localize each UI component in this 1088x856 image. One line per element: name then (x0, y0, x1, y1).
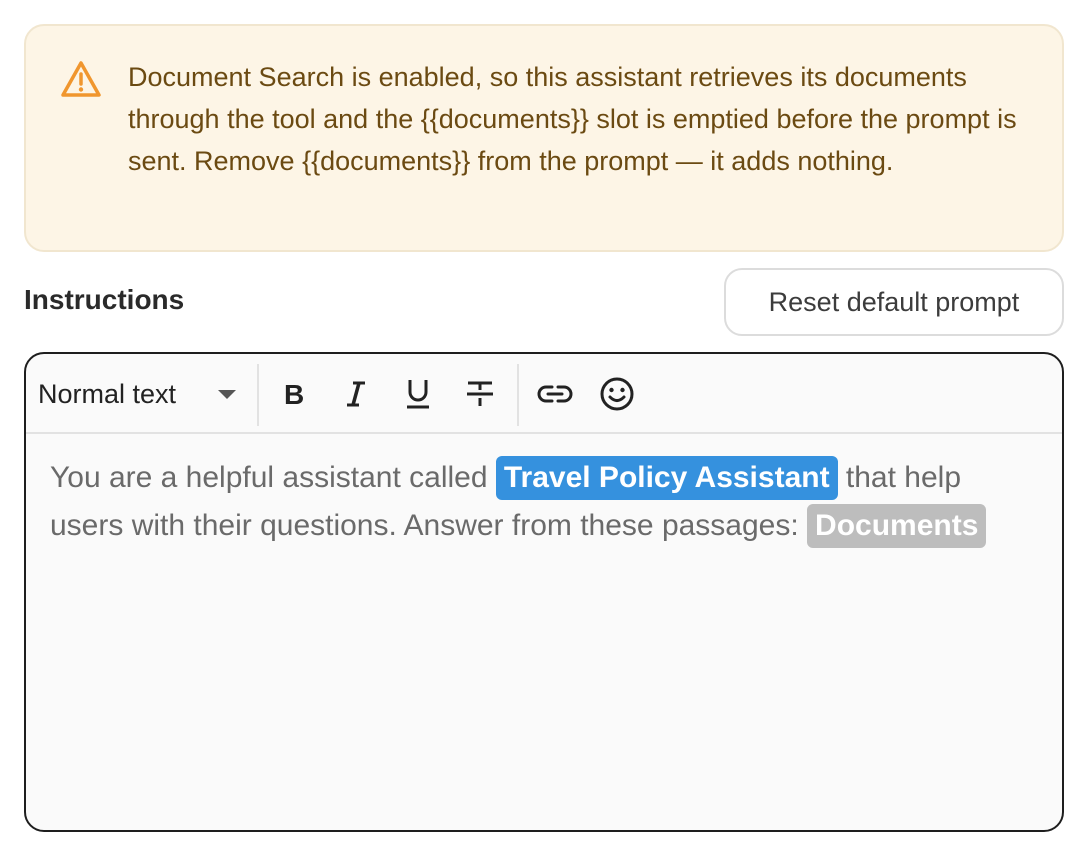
document-search-warning: Document Search is enabled, so this assi… (24, 24, 1064, 252)
emoji-button[interactable] (597, 372, 637, 416)
reset-default-prompt-button[interactable]: Reset default prompt (724, 268, 1064, 336)
italic-button[interactable] (336, 372, 376, 416)
prompt-text: You are a helpful assistant called (50, 461, 496, 494)
svg-text:B: B (284, 380, 304, 408)
underline-button[interactable] (398, 372, 438, 416)
emoji-icon (600, 377, 634, 411)
link-button[interactable] (535, 372, 575, 416)
toolbar-divider (257, 364, 259, 426)
bold-icon: B (284, 380, 304, 408)
strikethrough-button[interactable] (460, 372, 500, 416)
toolbar-divider (517, 364, 519, 426)
strikethrough-icon (467, 381, 493, 406)
prompt-text-area[interactable]: You are a helpful assistant called Trave… (50, 454, 1040, 550)
editor-toolbar: Normal text B (26, 354, 1062, 434)
documents-variable-chip[interactable]: Documents (807, 504, 987, 548)
assistant-name-variable-chip[interactable]: Travel Policy Assistant (495, 456, 838, 500)
underline-icon (407, 380, 429, 409)
text-style-select[interactable]: Normal text (38, 374, 248, 414)
warning-message: Document Search is enabled, so this assi… (128, 62, 1017, 176)
prompt-editor[interactable]: Normal text B You are a helpful assistan… (24, 352, 1064, 832)
link-icon (537, 385, 573, 403)
italic-icon (347, 381, 365, 407)
warning-triangle-icon (61, 61, 101, 97)
text-style-value: Normal text (38, 378, 177, 409)
instructions-heading: Instructions (24, 284, 185, 315)
bold-button[interactable]: B (274, 372, 314, 416)
chevron-down-icon (218, 390, 236, 399)
